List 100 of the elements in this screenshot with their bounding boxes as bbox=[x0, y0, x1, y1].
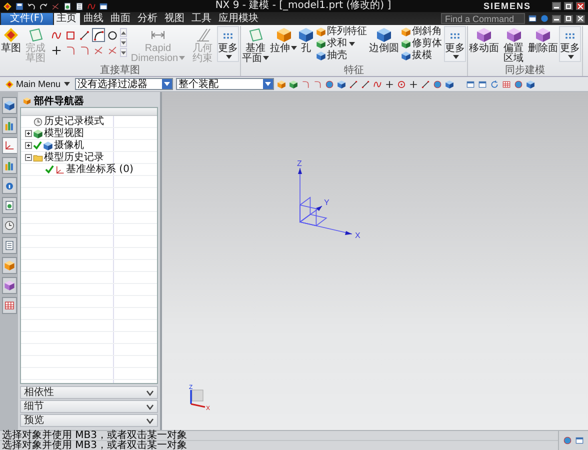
resource-bar-tab[interactable] bbox=[2, 97, 16, 114]
scroll-button[interactable] bbox=[120, 38, 127, 47]
plus-icon bbox=[51, 44, 62, 56]
command-search-field[interactable]: Find a Command bbox=[441, 13, 525, 24]
curve-icon bbox=[87, 2, 96, 10]
cube-icon bbox=[535, 27, 551, 43]
datum-csys-drawing bbox=[298, 168, 352, 235]
tree-node-label[interactable]: 摄像机 bbox=[54, 140, 84, 151]
selection-filter-dropdown[interactable]: 整个装配 bbox=[176, 78, 274, 90]
ribbon-button[interactable]: 拔模 bbox=[400, 50, 443, 62]
line-icon bbox=[348, 80, 358, 88]
resource-bar-tab[interactable] bbox=[2, 277, 16, 294]
ribbon-button[interactable]: 偏置区域 bbox=[500, 26, 527, 64]
resource-bar-tab[interactable] bbox=[2, 297, 16, 314]
quick-access-button[interactable] bbox=[75, 2, 84, 10]
scroll-button[interactable] bbox=[120, 48, 127, 57]
main-menu-button[interactable]: Main Menu bbox=[3, 79, 72, 89]
ribbon-button[interactable]: 抽壳 bbox=[315, 50, 368, 62]
ribbon-button[interactable]: 删除面 bbox=[528, 26, 558, 54]
collapsible-panel-header[interactable]: 细节 bbox=[20, 400, 158, 413]
toolbar-button[interactable] bbox=[526, 80, 535, 88]
collapse-icon[interactable] bbox=[25, 154, 32, 161]
toolbar-button[interactable] bbox=[336, 80, 346, 88]
quick-access-button[interactable] bbox=[15, 2, 24, 10]
undo-icon bbox=[27, 2, 36, 10]
cube-icon bbox=[444, 80, 454, 88]
toolbar-button[interactable] bbox=[420, 80, 430, 88]
resource-bar-tab[interactable] bbox=[2, 217, 16, 234]
ribbon-tab[interactable]: 曲线 bbox=[80, 13, 107, 25]
table-icon bbox=[4, 300, 14, 311]
resource-bar-tab[interactable] bbox=[2, 257, 16, 274]
collapsible-panel-header[interactable]: 预览 bbox=[20, 414, 158, 427]
ribbon-button[interactable]: 倒斜角 bbox=[400, 26, 443, 38]
sphere-icon bbox=[432, 80, 442, 88]
ribbon-button[interactable]: 求和 bbox=[315, 38, 368, 50]
more-button[interactable]: 更多 bbox=[444, 26, 466, 62]
expand-icon[interactable] bbox=[25, 130, 32, 137]
toolbar-button[interactable] bbox=[408, 80, 418, 88]
sphere-icon bbox=[514, 80, 523, 88]
resource-bar-tab[interactable] bbox=[2, 177, 16, 194]
resource-bar-tab[interactable] bbox=[2, 157, 16, 174]
file-menu-button[interactable]: 文件(F) bbox=[1, 13, 53, 25]
ribbon-button[interactable]: 修剪体 bbox=[400, 38, 443, 50]
cube-icon bbox=[526, 80, 535, 88]
sketch-tool-button[interactable] bbox=[92, 28, 105, 42]
ribbon-tab[interactable]: 视图 bbox=[162, 13, 188, 25]
ribbon-tab[interactable]: 工具 bbox=[188, 13, 215, 25]
more-button[interactable]: 更多 bbox=[559, 26, 581, 62]
resource-bar-tab[interactable] bbox=[2, 237, 16, 254]
ribbon-tab[interactable]: 应用模块 bbox=[216, 13, 262, 25]
tree-node-label[interactable]: 模型视图 bbox=[44, 128, 84, 139]
ribbon-tab[interactable]: 分析 bbox=[134, 13, 161, 25]
toolbar-button[interactable] bbox=[348, 80, 358, 88]
window-icon bbox=[478, 80, 487, 88]
parallel-lines-icon bbox=[194, 27, 210, 43]
document-icon bbox=[4, 200, 14, 211]
tree-node-label[interactable]: 基准坐标系 (0) bbox=[66, 164, 134, 175]
close-button[interactable] bbox=[576, 2, 585, 10]
cube-icon bbox=[4, 100, 14, 111]
toolbar-button[interactable] bbox=[444, 80, 454, 88]
quick-access-button[interactable] bbox=[3, 2, 12, 10]
sphere-icon bbox=[324, 80, 334, 88]
ribbon-button[interactable]: 草图 bbox=[1, 26, 21, 54]
status-message: 选择对象并使用 MB3，或者双击某一对象 bbox=[0, 431, 558, 441]
ribbon-button[interactable]: 阵列特征 bbox=[315, 26, 368, 38]
cube-icon bbox=[476, 27, 492, 43]
resource-bar-tab[interactable] bbox=[2, 117, 16, 134]
more-button[interactable]: 更多 bbox=[217, 26, 239, 62]
close-button[interactable] bbox=[576, 14, 585, 22]
ribbon-tab[interactable]: 主页 bbox=[54, 13, 80, 25]
tree-node-label[interactable]: 模型历史记录 bbox=[44, 152, 104, 163]
quick-access-button[interactable] bbox=[99, 2, 108, 10]
cube-icon bbox=[33, 128, 43, 138]
list-icon bbox=[4, 240, 14, 251]
scroll-button[interactable] bbox=[120, 28, 127, 37]
tree-node-label[interactable]: 历史记录模式 bbox=[44, 116, 104, 127]
expand-icon[interactable] bbox=[25, 142, 32, 149]
ribbon-button[interactable]: 移动面 bbox=[469, 26, 499, 54]
app-logo-icon bbox=[3, 27, 19, 43]
toolbar-button[interactable] bbox=[360, 80, 370, 88]
cube-icon bbox=[23, 96, 31, 104]
quick-access-button[interactable] bbox=[63, 2, 72, 10]
ribbon-button[interactable]: 拉伸 bbox=[270, 26, 297, 54]
toolbar-button[interactable] bbox=[528, 14, 537, 23]
resource-bar-tab[interactable] bbox=[2, 137, 16, 154]
collapsible-panel-header[interactable]: 相依性 bbox=[20, 386, 158, 399]
dropdown-arrow-icon bbox=[262, 79, 273, 89]
target-icon bbox=[396, 80, 406, 88]
ribbon-tab[interactable]: 曲面 bbox=[108, 13, 134, 25]
ribbon-button[interactable]: 孔 bbox=[298, 26, 314, 54]
selection-filter-dropdown[interactable]: 没有选择过滤器 bbox=[74, 78, 173, 90]
cube-icon bbox=[288, 80, 298, 88]
minimize-button[interactable] bbox=[552, 2, 561, 10]
resource-bar-tab[interactable] bbox=[2, 197, 16, 214]
toolbar-button[interactable] bbox=[384, 80, 394, 88]
dropdown-arrow-icon bbox=[162, 79, 172, 89]
minimize-button[interactable] bbox=[552, 14, 561, 22]
ribbon-button[interactable]: 边倒圆 bbox=[369, 26, 399, 54]
table-icon bbox=[502, 80, 511, 88]
ribbon-button[interactable]: 基准平面 bbox=[242, 26, 269, 64]
